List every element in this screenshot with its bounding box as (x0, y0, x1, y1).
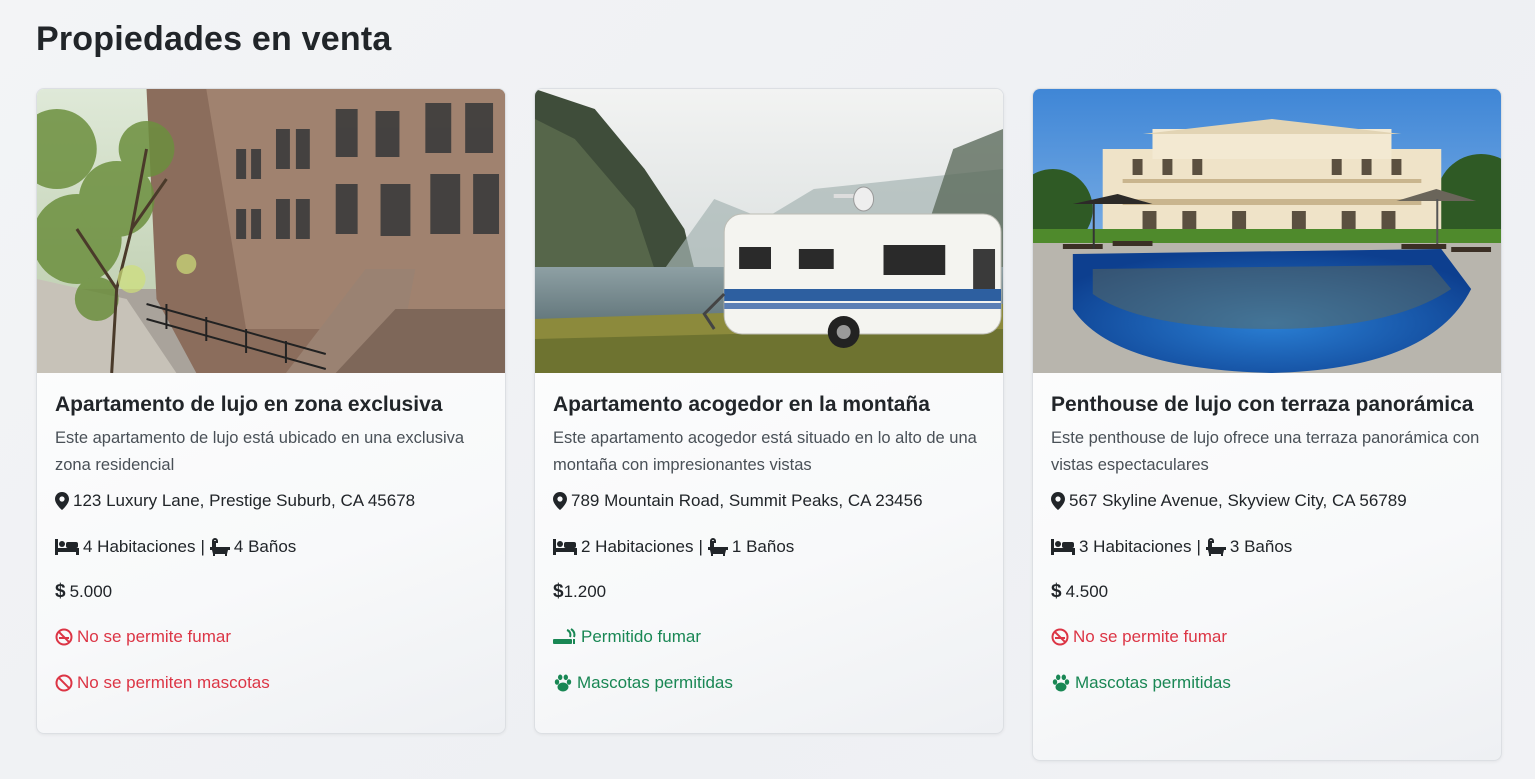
ban-icon (55, 674, 73, 692)
property-description: Este apartamento de lujo está ubicado en… (55, 429, 465, 474)
smoking-icon (553, 628, 577, 646)
bed-icon (55, 539, 79, 555)
property-price: $ 1.200 (553, 580, 985, 604)
property-card[interactable]: Apartamento acogedor en la montaña Este … (534, 88, 1004, 734)
address-text: 789 Mountain Road, Summit Peaks, CA 2345… (571, 491, 923, 510)
separator: | (200, 537, 205, 556)
property-address: 789 Mountain Road, Summit Peaks, CA 2345… (553, 489, 985, 513)
bedrooms-text: 2 Habitaciones (581, 537, 694, 556)
map-marker-icon (1051, 492, 1065, 510)
property-image[interactable] (1033, 89, 1501, 373)
paw-icon (1051, 674, 1071, 692)
property-description: Este apartamento acogedor está situado e… (553, 429, 977, 474)
pets-policy: No se permiten mascotas (55, 671, 487, 695)
dollar-icon: $ (553, 581, 564, 602)
smoking-text: No se permite fumar (77, 627, 231, 646)
smoking-text: Permitido fumar (581, 627, 701, 646)
property-address: 567 Skyline Avenue, Skyview City, CA 567… (1051, 489, 1483, 513)
address-text: 123 Luxury Lane, Prestige Suburb, CA 456… (73, 491, 416, 510)
bathrooms-text: 4 Baños (233, 537, 297, 556)
property-title: Apartamento acogedor en la montaña (553, 393, 930, 416)
bath-icon (707, 538, 728, 556)
property-card[interactable]: Penthouse de lujo con terraza panorámica… (1032, 88, 1502, 761)
separator: | (1196, 537, 1201, 556)
pets-policy: Mascotas permitidas (553, 671, 985, 695)
property-rooms: 3 Habitaciones | 3 Baños (1051, 535, 1483, 559)
smoking-policy: No se permite fumar (1051, 625, 1483, 649)
pets-text: Mascotas permitidas (1075, 673, 1231, 692)
dollar-icon: $ (1051, 581, 1062, 602)
smoking-text: No se permite fumar (1073, 627, 1227, 646)
price-text: 4.500 (1065, 582, 1109, 601)
map-marker-icon (55, 492, 69, 510)
bath-icon (209, 538, 230, 556)
map-marker-icon (553, 492, 567, 510)
no-smoking-icon (55, 628, 73, 646)
property-rooms: 2 Habitaciones | 1 Baños (553, 535, 985, 559)
bathrooms-text: 1 Baños (731, 537, 795, 556)
bath-icon (1205, 538, 1226, 556)
price-text: 1.200 (563, 582, 607, 601)
dollar-icon: $ (55, 581, 66, 602)
pets-policy: Mascotas permitidas (1051, 671, 1483, 695)
property-image[interactable] (37, 89, 505, 373)
page-title: Propiedades en venta (36, 20, 392, 58)
no-smoking-icon (1051, 628, 1069, 646)
property-price: $ 5.000 (55, 580, 487, 604)
pets-text: Mascotas permitidas (577, 673, 733, 692)
property-card[interactable]: Apartamento de lujo en zona exclusiva Es… (36, 88, 506, 734)
address-text: 567 Skyline Avenue, Skyview City, CA 567… (1069, 491, 1407, 510)
bedrooms-text: 4 Habitaciones (83, 537, 196, 556)
bedrooms-text: 3 Habitaciones (1079, 537, 1192, 556)
property-price: $ 4.500 (1051, 580, 1483, 604)
smoking-policy: Permitido fumar (553, 625, 985, 649)
property-description: Este penthouse de lujo ofrece una terraz… (1051, 429, 1480, 474)
property-title: Penthouse de lujo con terraza panorámica (1051, 393, 1474, 416)
bed-icon (1051, 539, 1075, 555)
property-title: Apartamento de lujo en zona exclusiva (55, 393, 443, 416)
bed-icon (553, 539, 577, 555)
pets-text: No se permiten mascotas (77, 673, 270, 692)
bathrooms-text: 3 Baños (1229, 537, 1293, 556)
smoking-policy: No se permite fumar (55, 625, 487, 649)
property-rooms: 4 Habitaciones | 4 Baños (55, 535, 487, 559)
property-address: 123 Luxury Lane, Prestige Suburb, CA 456… (55, 489, 487, 513)
price-text: 5.000 (69, 582, 113, 601)
separator: | (698, 537, 703, 556)
property-image[interactable] (535, 89, 1003, 373)
paw-icon (553, 674, 573, 692)
